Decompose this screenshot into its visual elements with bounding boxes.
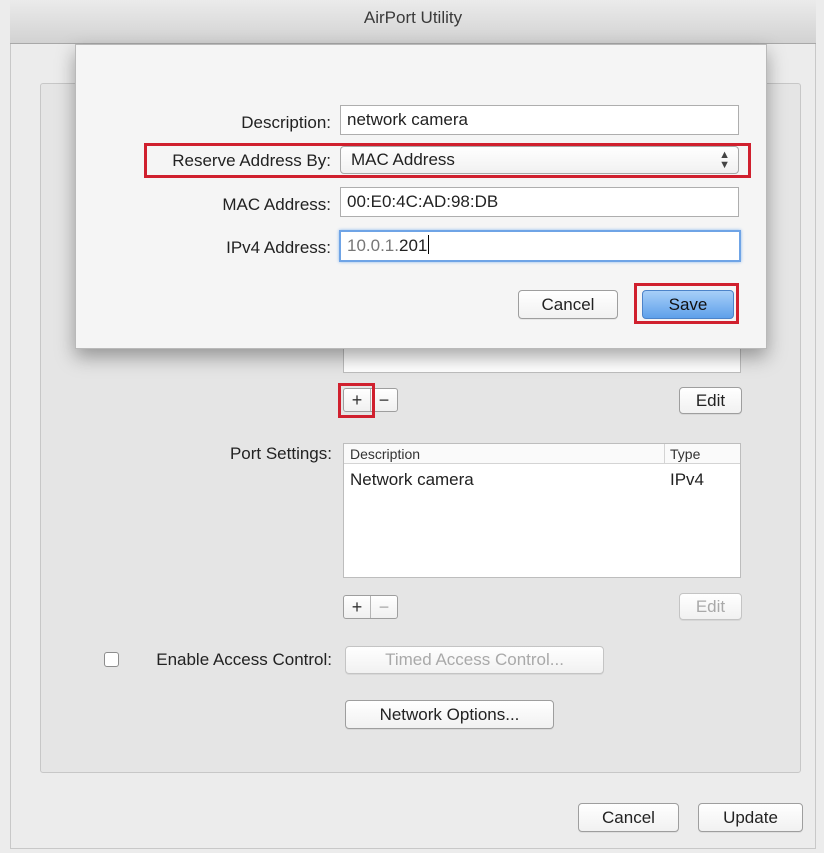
enable-access-control-label: Enable Access Control: <box>156 650 332 669</box>
table-row[interactable]: Network camera IPv4 <box>344 468 740 492</box>
port-add-button[interactable]: + <box>344 596 370 618</box>
description-field[interactable]: network camera <box>340 105 739 135</box>
port-remove-button[interactable]: − <box>370 596 397 618</box>
save-highlight <box>634 283 739 324</box>
text-caret <box>428 235 430 254</box>
port-settings-header: Description Type <box>344 444 740 464</box>
mac-address-field[interactable]: 00:E0:4C:AD:98:DB <box>340 187 739 217</box>
row-description: Network camera <box>350 470 474 489</box>
reservation-edit-button[interactable]: Edit <box>679 387 742 414</box>
reservation-sheet: Description: network camera Reserve Addr… <box>75 44 767 349</box>
network-options-button[interactable]: Network Options... <box>345 700 554 729</box>
column-divider <box>664 444 665 464</box>
ipv4-address-label: IPv4 Address: <box>226 238 331 257</box>
add-button-highlight <box>338 383 375 418</box>
description-label: Description: <box>241 113 331 132</box>
port-add-remove: + − <box>343 595 398 619</box>
row-type: IPv4 <box>670 470 705 489</box>
reserve-address-highlight <box>144 143 751 178</box>
enable-access-control-checkbox[interactable] <box>104 652 119 667</box>
column-type[interactable]: Type <box>670 446 700 462</box>
ipv4-address-field[interactable]: 10.0.1.201 <box>339 230 741 262</box>
update-button[interactable]: Update <box>698 803 803 832</box>
timed-access-control-button[interactable]: Timed Access Control... <box>345 646 604 674</box>
port-edit-button[interactable]: Edit <box>679 593 742 620</box>
mac-address-label: MAC Address: <box>222 195 331 214</box>
sheet-cancel-button[interactable]: Cancel <box>518 290 618 319</box>
column-description[interactable]: Description <box>350 446 420 462</box>
ipv4-prefix: 10.0.1. <box>347 236 399 255</box>
port-settings-label: Port Settings: <box>229 444 332 463</box>
port-settings-table[interactable]: Description Type Network camera IPv4 <box>343 443 741 578</box>
cancel-button[interactable]: Cancel <box>578 803 679 832</box>
ipv4-suffix: 201 <box>399 236 428 255</box>
window-title: AirPort Utility <box>363 8 463 27</box>
window-titlebar: AirPort Utility <box>10 0 816 44</box>
